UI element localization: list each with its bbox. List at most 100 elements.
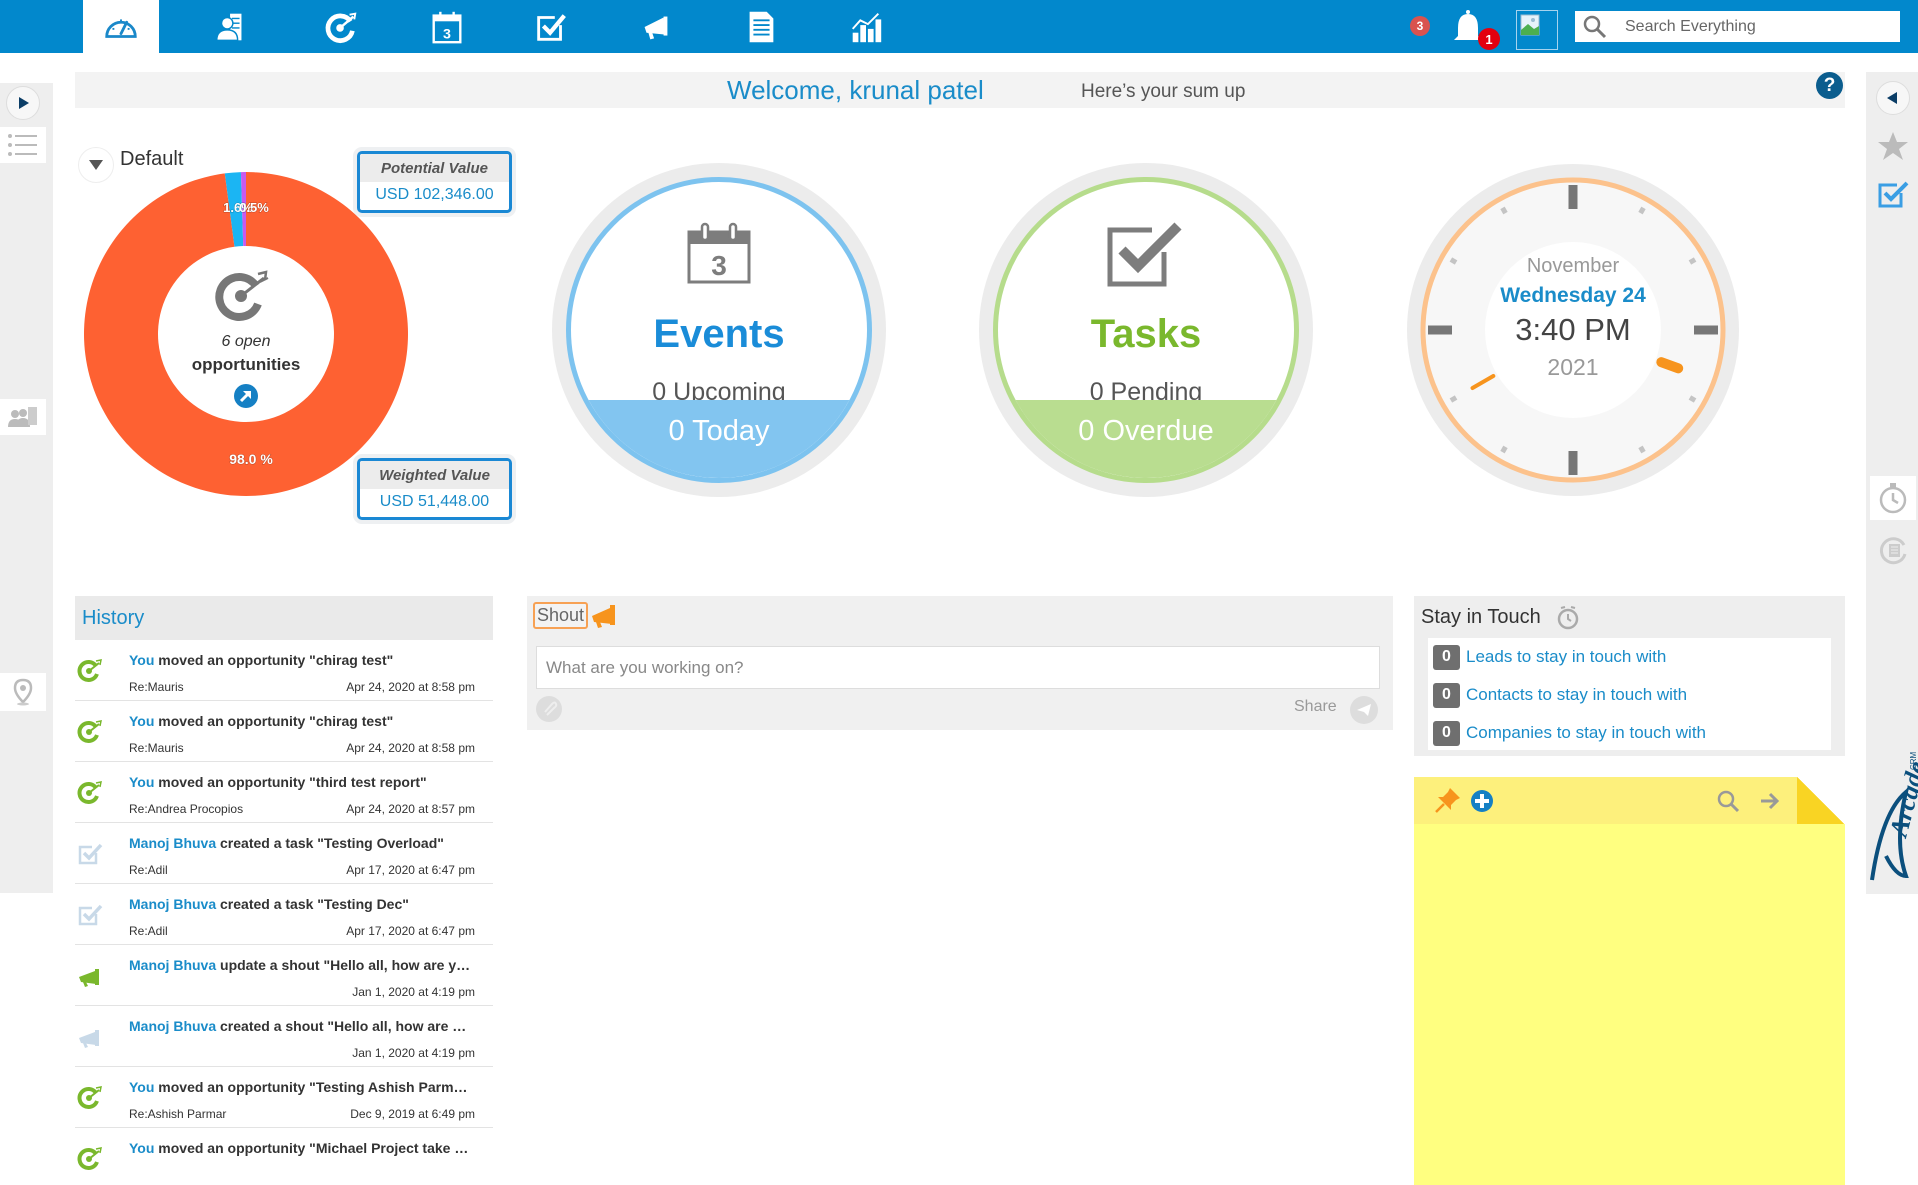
location-button[interactable]: [0, 673, 46, 711]
shout-panel: Shout Share: [527, 596, 1393, 730]
clock-tick: [1500, 206, 1508, 215]
opportunity-target-icon: [77, 780, 103, 806]
weighted-value: USD 51,448.00: [379, 493, 490, 510]
leads-count-badge: 0: [1433, 644, 1460, 670]
pipeline-name: Default: [120, 148, 184, 170]
document-icon: [749, 11, 774, 42]
history-actor-link[interactable]: Manoj Bhuva: [129, 1018, 216, 1034]
alarm-clock-icon: [1557, 606, 1578, 630]
search-icon[interactable]: [1716, 789, 1740, 813]
share-label[interactable]: Share: [1294, 698, 1337, 716]
history-actor-link[interactable]: You: [129, 713, 154, 729]
nav-tasks[interactable]: [513, 0, 589, 53]
timer-button[interactable]: [1870, 476, 1916, 520]
clock-tick: [1638, 206, 1646, 215]
stay-in-touch-title: Stay in Touch: [1421, 605, 1541, 628]
user-avatar[interactable]: [1516, 10, 1558, 50]
help-button[interactable]: ?: [1816, 72, 1843, 99]
potential-value: USD 102,346.00: [375, 186, 494, 203]
history-item[interactable]: You moved an opportunity "chirag test" Re…: [75, 701, 493, 762]
list-view-button[interactable]: [0, 127, 46, 163]
arrow-right-icon[interactable]: [1758, 789, 1782, 813]
history-item[interactable]: Manoj Bhuva created a task "Testing Dec"…: [75, 884, 493, 945]
history-item-text: Manoj Bhuva update a shout "Hello all, h…: [129, 957, 491, 973]
notification-count-badge[interactable]: 3: [1410, 16, 1430, 36]
history-actor-link[interactable]: Manoj Bhuva: [129, 957, 216, 973]
history-related[interactable]: Re:Mauris: [129, 741, 184, 755]
tasks-shortcut-button[interactable]: [1870, 176, 1916, 212]
broken-image-icon: [1520, 14, 1540, 36]
stay-in-touch-panel: Stay in Touch 0 Leads to stay in touch w…: [1414, 596, 1845, 756]
history-item-text: You moved an opportunity "chirag test": [129, 652, 491, 668]
history-actor-link[interactable]: You: [129, 1140, 154, 1156]
pin-icon[interactable]: [1434, 786, 1462, 814]
contact-card-icon: [216, 13, 242, 41]
history-related[interactable]: Re:Adil: [129, 924, 168, 938]
map-pin-icon: [13, 678, 33, 706]
attach-button[interactable]: [536, 696, 562, 722]
history-item-text: Manoj Bhuva created a shout "Hello all, …: [129, 1018, 491, 1034]
team-button[interactable]: [0, 399, 46, 435]
history-related[interactable]: Re:Andrea Procopios: [129, 802, 243, 816]
events-widget[interactable]: 3 Events 0 Upcoming 0 Today: [552, 163, 886, 497]
sit-row-companies[interactable]: 0 Companies to stay in touch with: [1428, 714, 1831, 752]
search-box[interactable]: [1575, 11, 1900, 42]
history-item[interactable]: You moved an opportunity "third test rep…: [75, 762, 493, 823]
search-input[interactable]: [1625, 17, 1885, 36]
history-item[interactable]: You moved an opportunity "chirag test" Re…: [75, 640, 493, 701]
history-related[interactable]: Re:Mauris: [129, 680, 184, 694]
nav-calendar[interactable]: 3: [409, 0, 485, 53]
calendar-day-number: 3: [711, 250, 727, 281]
history-date: Apr 17, 2020 at 6:47 pm: [346, 924, 475, 938]
welcome-subtitle: Here’s your sum up: [1081, 81, 1246, 102]
events-today[interactable]: 0 Today: [571, 400, 867, 478]
history-related[interactable]: Re:Adil: [129, 863, 168, 877]
expand-left-sidebar-button[interactable]: [0, 83, 46, 123]
nav-documents[interactable]: [723, 0, 799, 53]
opportunity-target-icon: [77, 1085, 103, 1111]
megaphone-icon: [592, 605, 616, 628]
sticky-note[interactable]: [1414, 777, 1845, 1185]
history-actor-link[interactable]: You: [129, 1079, 154, 1095]
checkbox-icon: [1107, 222, 1182, 287]
history-actor-link[interactable]: You: [129, 774, 154, 790]
history-item[interactable]: You moved an opportunity "Michael Projec…: [75, 1128, 493, 1185]
expand-right-sidebar-button[interactable]: [1870, 78, 1916, 118]
companies-link[interactable]: Companies to stay in touch with: [1466, 723, 1706, 743]
history-item[interactable]: Manoj Bhuva created a task "Testing Over…: [75, 823, 493, 884]
nav-opportunities[interactable]: [303, 0, 379, 53]
leads-link[interactable]: Leads to stay in touch with: [1466, 647, 1666, 667]
nav-dashboard[interactable]: [83, 0, 159, 53]
favorites-button[interactable]: [1870, 128, 1916, 164]
history-item[interactable]: Manoj Bhuva update a shout "Hello all, h…: [75, 945, 493, 1006]
external-link-arrow-icon: [234, 384, 258, 408]
sit-row-contacts[interactable]: 0 Contacts to stay in touch with: [1428, 676, 1831, 714]
history-panel: History You moved an opportunity "chirag…: [75, 596, 493, 1185]
add-note-icon[interactable]: [1470, 789, 1494, 813]
history-action: moved an opportunity "chirag test": [154, 652, 394, 668]
history-related[interactable]: Re:Ashish Parmar: [129, 1107, 226, 1121]
history-item[interactable]: You moved an opportunity "Testing Ashish…: [75, 1067, 493, 1128]
history-actor-link[interactable]: Manoj Bhuva: [129, 896, 216, 912]
search-icon: [1583, 15, 1607, 38]
history-actor-link[interactable]: Manoj Bhuva: [129, 835, 216, 851]
tasks-overdue[interactable]: 0 Overdue: [998, 400, 1294, 478]
history-action: created a task "Testing Dec": [216, 896, 409, 912]
target-arrow-icon: [325, 12, 357, 43]
history-item[interactable]: Manoj Bhuva created a shout "Hello all, …: [75, 1006, 493, 1067]
shout-input[interactable]: [536, 646, 1380, 689]
open-opportunities-link[interactable]: [160, 383, 332, 409]
share-button[interactable]: [1350, 696, 1378, 724]
history-date: Apr 17, 2020 at 6:47 pm: [346, 863, 475, 877]
top-nav-bar: 3 3 1: [0, 0, 1918, 53]
nav-contacts[interactable]: [193, 0, 269, 53]
sit-row-leads[interactable]: 0 Leads to stay in touch with: [1428, 638, 1831, 676]
clock-tick: [1449, 395, 1458, 403]
contacts-link[interactable]: Contacts to stay in touch with: [1466, 685, 1687, 705]
nav-reports[interactable]: [828, 0, 904, 53]
nav-shouts[interactable]: [618, 0, 694, 53]
tasks-widget[interactable]: Tasks 0 Pending 0 Overdue: [979, 163, 1313, 497]
history-date: Apr 24, 2020 at 8:58 pm: [346, 741, 475, 755]
history-actor-link[interactable]: You: [129, 652, 154, 668]
sync-button[interactable]: [1870, 530, 1916, 570]
